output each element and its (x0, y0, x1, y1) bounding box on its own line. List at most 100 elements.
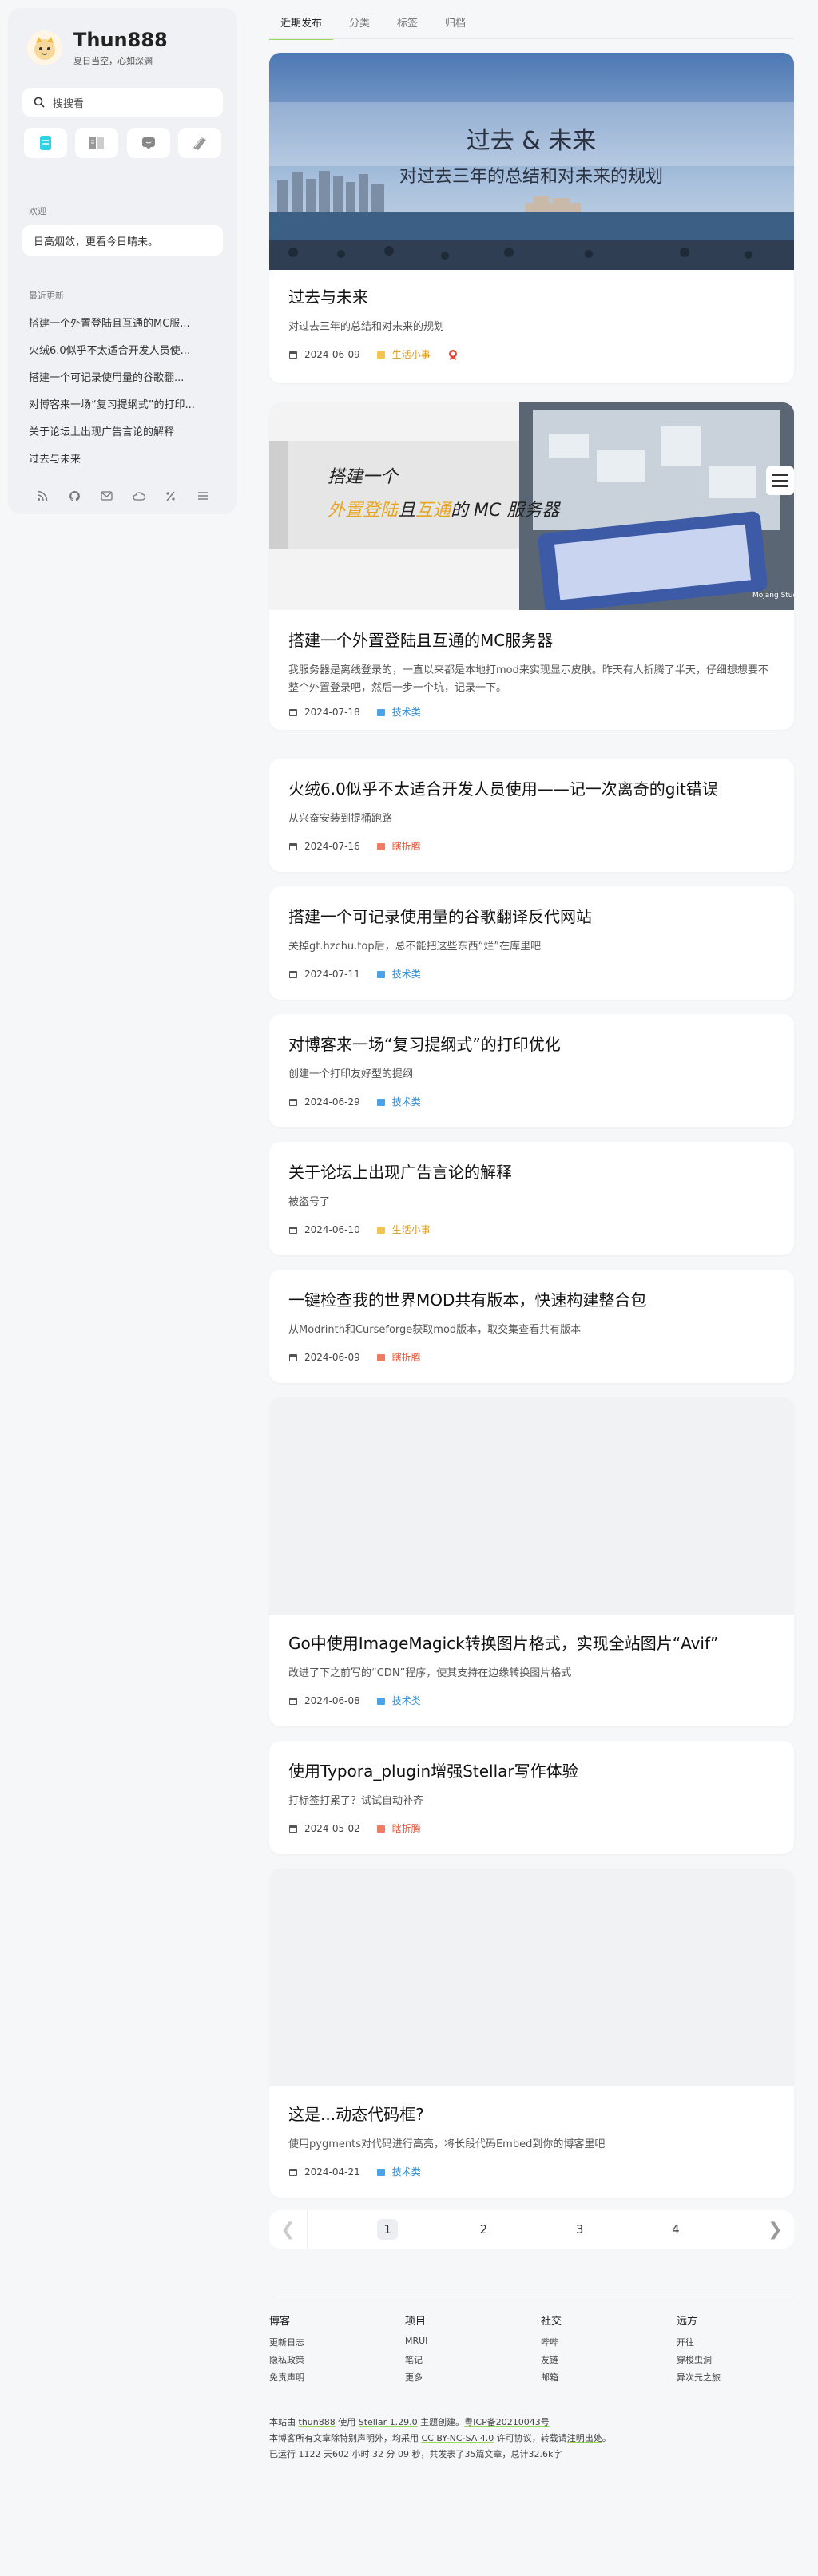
post-card[interactable]: 对博客来一场“复习提纲式”的打印优化 创建一个打印友好型的提纲 2024-06-… (269, 1014, 794, 1127)
prev-page-button[interactable]: ❮ (269, 2210, 308, 2249)
nav-wiki-button[interactable] (75, 128, 119, 158)
post-category[interactable]: 技术类 (376, 705, 421, 719)
posts-icon (40, 136, 51, 150)
pagination: ❮ 1 2 3 4 ❯ (269, 2210, 794, 2249)
avatar[interactable] (27, 30, 62, 65)
post-desc: 创建一个打印友好型的提纲 (288, 1068, 414, 1080)
footer-link[interactable]: 笔记 (405, 2353, 541, 2371)
slash-icon[interactable] (164, 489, 178, 503)
search-input[interactable]: 搜搜看 (22, 88, 223, 117)
post-title[interactable]: 火绒6.0似乎不太适合开发人员使用——记一次离奇的git错误 (288, 776, 775, 799)
attribution-link[interactable]: 注明出处 (567, 2433, 602, 2443)
post-category[interactable]: 技术类 (376, 1095, 421, 1108)
sidebar: Thun888 夏日当空，心如深渊 搜搜看 欢迎 日高烟敛，更看今日晴未。 最近… (8, 8, 237, 514)
post-card[interactable]: 搭建一个可记录使用量的谷歌翻译反代网站 关掉gt.hzchu.top后，总不能把… (269, 886, 794, 1000)
author-badge[interactable] (447, 348, 459, 361)
nav-message-button[interactable] (126, 128, 170, 158)
post-title[interactable]: 一键检查我的世界MOD共有版本，快速构建整合包 (288, 1287, 775, 1310)
post-date: 2024-07-11 (304, 968, 360, 980)
post-category[interactable]: 技术类 (376, 2165, 421, 2178)
badge-icon (448, 349, 457, 360)
calendar-icon (289, 1697, 297, 1705)
post-meta: 2024-05-02 瞎折腾 (288, 1821, 775, 1835)
icp-link[interactable]: 粤ICP备20210043号 (464, 2417, 550, 2427)
rss-icon[interactable] (35, 489, 50, 503)
calendar-icon (289, 351, 297, 359)
post-card[interactable]: 搭建一个 外置登陆且互通的 MC 服务器 Mojang Studios 搭建一个… (269, 402, 794, 730)
page-number[interactable]: 4 (665, 2219, 686, 2240)
recent-list: 搭建一个外置登陆且互通的MC服... 火绒6.0似乎不太适合开发人员使... 搭… (22, 308, 223, 471)
post-title[interactable]: Go中使用ImageMagick转换图片格式，实现全站图片“Avif” (288, 1631, 775, 1654)
footer-link[interactable]: 更新日志 (269, 2336, 405, 2353)
post-card[interactable]: 一键检查我的世界MOD共有版本，快速构建整合包 从Modrinth和Cursef… (269, 1270, 794, 1383)
recent-item[interactable]: 火绒6.0似乎不太适合开发人员使... (22, 335, 223, 363)
tab-tags[interactable]: 标签 (386, 8, 429, 40)
post-category[interactable]: 瞎折腾 (376, 1821, 421, 1835)
recent-item[interactable]: 对博客来一场“复习提纲式”的打印... (22, 390, 223, 417)
page-number[interactable]: 2 (473, 2219, 494, 2240)
footer-copyright: 本站由 thun888 使用 Stellar 1.29.0 主题创建。粤ICP备… (269, 2415, 611, 2463)
page-number[interactable]: 3 (570, 2219, 590, 2240)
github-icon[interactable] (67, 489, 81, 503)
message-icon (141, 137, 155, 149)
list-icon[interactable] (196, 489, 210, 503)
post-category[interactable]: 技术类 (376, 1694, 421, 1707)
post-title[interactable]: 这是...动态代码框? (288, 2102, 775, 2125)
post-desc: 从兴奋安装到提桶跑路 (288, 813, 393, 825)
next-page-button[interactable]: ❯ (756, 2210, 794, 2249)
post-category[interactable]: 技术类 (376, 967, 421, 981)
footer-link[interactable]: MRUI (405, 2336, 541, 2353)
post-title[interactable]: 搭建一个可记录使用量的谷歌翻译反代网站 (288, 904, 775, 927)
post-meta: 2024-06-29 技术类 (288, 1095, 775, 1108)
post-title[interactable]: 关于论坛上出现广告言论的解释 (288, 1159, 775, 1183)
post-card[interactable]: 使用Typora_plugin增强Stellar写作体验 打标签打累了？试试自动… (269, 1741, 794, 1854)
post-meta: 2024-06-09 瞎折腾 (288, 1350, 775, 1364)
post-title[interactable]: 使用Typora_plugin增强Stellar写作体验 (288, 1758, 775, 1781)
post-card[interactable]: 关于论坛上出现广告言论的解释 被盗号了 2024-06-10 生活小事 (269, 1142, 794, 1255)
post-category[interactable]: 瞎折腾 (376, 839, 421, 853)
license-link[interactable]: CC BY-NC-SA 4.0 (422, 2433, 494, 2443)
post-desc: 改进了下之前写的“CDN”程序，使其支持在边缘转换图片格式 (288, 1667, 572, 1679)
footer-link[interactable]: 更多 (405, 2371, 541, 2388)
nav-notes-button[interactable] (177, 128, 221, 158)
post-card[interactable]: 火绒6.0似乎不太适合开发人员使用——记一次离奇的git错误 从兴奋安装到提桶跑… (269, 759, 794, 872)
site-subtitle: 夏日当空，心如深渊 (73, 56, 153, 66)
mail-icon[interactable] (99, 489, 113, 503)
post-card[interactable]: 这是...动态代码框? 使用pygments对代码进行高亮，将长段代码Embed… (269, 1869, 794, 2198)
nav-posts-button[interactable] (24, 128, 67, 158)
post-title[interactable]: 搭建一个外置登陆且互通的MC服务器 (288, 628, 775, 651)
footer-link[interactable]: 隐私政策 (269, 2353, 405, 2371)
post-card[interactable]: 过去 & 未来 对过去三年的总结和对未来的规划 过去与未来 对过去三年的总结和对… (269, 53, 794, 383)
post-category[interactable]: 生活小事 (376, 347, 431, 361)
footer-link[interactable]: 异次元之旅 (677, 2371, 812, 2388)
nav-icon-row (22, 128, 223, 158)
post-title[interactable]: 过去与未来 (288, 284, 775, 307)
brand[interactable]: Thun888 夏日当空，心如深渊 (22, 29, 223, 67)
footer-link[interactable]: 穿梭虫洞 (677, 2353, 812, 2371)
footer-link[interactable]: 开往 (677, 2336, 812, 2353)
post-date: 2024-04-21 (304, 2166, 360, 2178)
tab-recent[interactable]: 近期发布 (269, 8, 334, 40)
footer-column-title: 社交 (541, 2316, 562, 2328)
site-title[interactable]: Thun888 (73, 29, 168, 51)
recent-item[interactable]: 搭建一个可记录使用量的谷歌翻... (22, 363, 223, 390)
recent-item[interactable]: 搭建一个外置登陆且互通的MC服... (22, 308, 223, 335)
recent-label: 最近更新 (29, 291, 64, 301)
author-link[interactable]: thun888 (299, 2417, 336, 2427)
footer-link[interactable]: 哔哔 (541, 2336, 677, 2353)
recent-item[interactable]: 过去与未来 (22, 444, 223, 471)
page-number[interactable]: 1 (377, 2219, 399, 2240)
footer-link[interactable]: 邮箱 (541, 2371, 677, 2388)
post-category[interactable]: 生活小事 (376, 1223, 431, 1236)
post-card[interactable]: Go中使用ImageMagick转换图片格式，实现全站图片“Avif” 改进了下… (269, 1397, 794, 1726)
footer-link[interactable]: 友链 (541, 2353, 677, 2371)
tab-archive[interactable]: 归档 (434, 8, 477, 40)
footer-link[interactable]: 免责声明 (269, 2371, 405, 2388)
cloud-icon[interactable] (132, 489, 146, 503)
post-category[interactable]: 瞎折腾 (376, 1350, 421, 1364)
recent-item[interactable]: 关于论坛上出现广告言论的解释 (22, 417, 223, 444)
theme-link[interactable]: Stellar 1.29.0 (359, 2417, 418, 2427)
notes-icon (193, 137, 206, 150)
tab-categories[interactable]: 分类 (338, 8, 381, 40)
post-title[interactable]: 对博客来一场“复习提纲式”的打印优化 (288, 1032, 775, 1055)
